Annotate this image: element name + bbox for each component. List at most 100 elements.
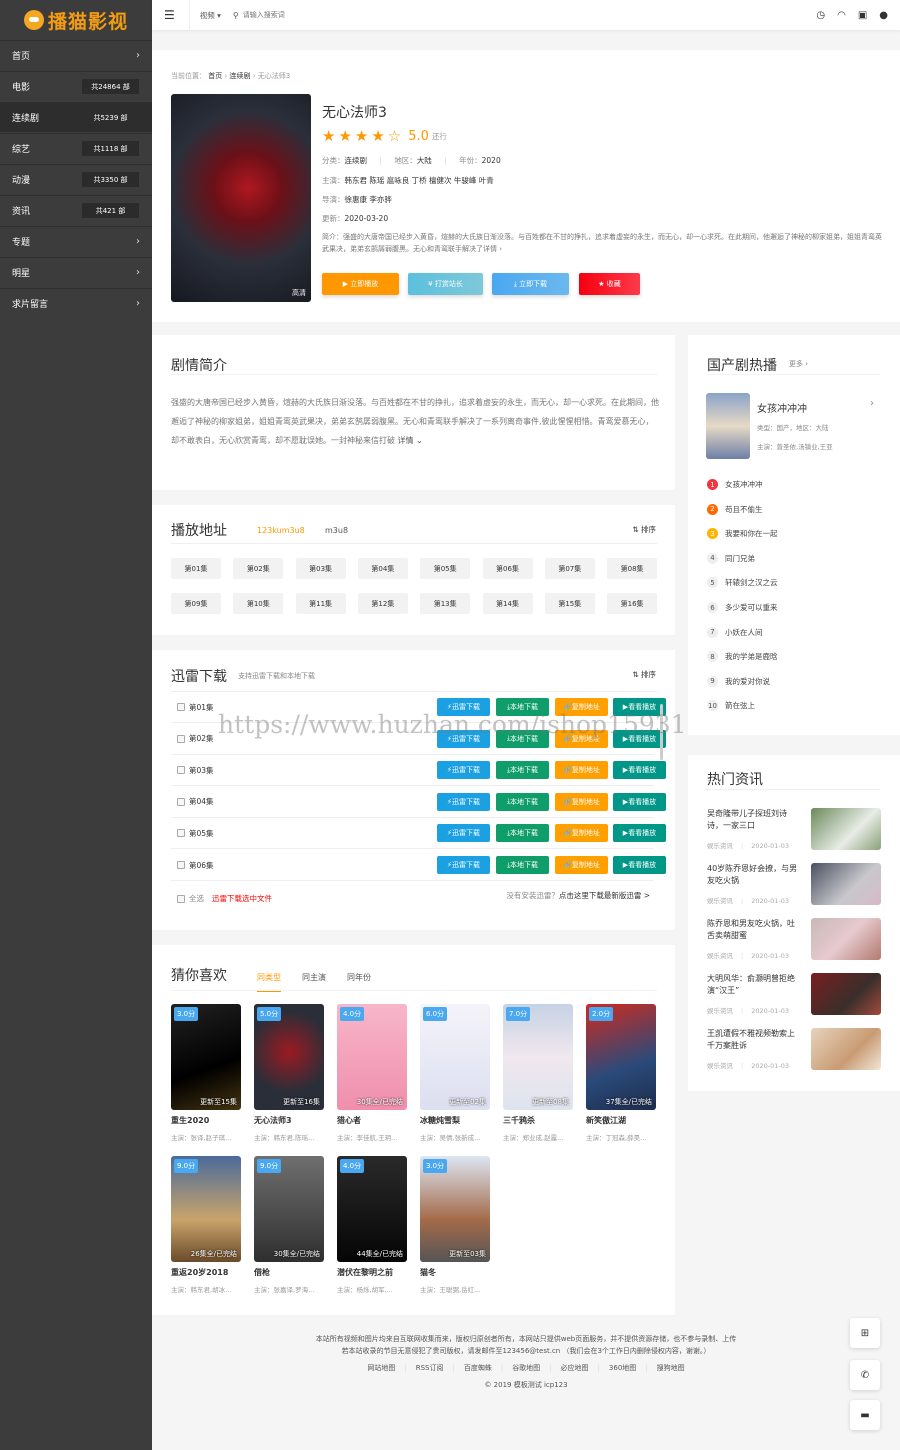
episode-button[interactable]: 第02集 [233,558,284,579]
thunder-download-link[interactable]: 点击这里下载最新版迅雷 > [559,891,650,900]
download-sort-button[interactable]: ⇅ 排序 [632,669,656,680]
poster-card[interactable]: 9.0分 30集全/已完结 [254,1156,324,1262]
news-title[interactable]: 大明风华：俞灏明曾拒绝演“汉王” [707,973,799,997]
news-title[interactable]: 陈乔恩和男友吃火锅，吐舌卖萌甜蜜 [707,918,799,942]
sidebar-item-0[interactable]: 首页 › [0,40,152,70]
episode-button[interactable]: 第03集 [295,558,346,579]
source-tab-123kum3u8[interactable]: 123kum3u8 [257,526,305,544]
local-download-button[interactable]: ⤓ 本地下载 [496,698,549,716]
news-thumbnail[interactable] [811,1028,881,1070]
windows-icon[interactable]: ⊞ [850,1318,880,1348]
sidebar-item-8[interactable]: 求片留言 › [0,288,152,318]
rank-item[interactable]: 8 我的学弟是鹿晗 [707,651,778,663]
poster-card[interactable]: 4.0分 30集全/已完结 [337,1004,407,1110]
poster-title[interactable]: 重生2020 [171,1115,245,1126]
category-dropdown[interactable]: 视频 ▾ [200,10,221,21]
sort-button[interactable]: ⇅ 排序 [632,524,656,535]
episode-checkbox[interactable] [177,797,185,806]
scrollbar[interactable] [660,704,663,760]
wechat-icon[interactable]: ✆ [850,1360,880,1390]
sidebar-item-5[interactable]: 资讯 共421 部 [0,195,152,225]
episode-button[interactable]: 第10集 [233,593,284,614]
tip-button[interactable]: ¥ 打赏站长 [408,273,483,295]
rank-item[interactable]: 10 箭在弦上 [707,700,755,712]
local-download-button[interactable]: ⤓ 本地下载 [496,792,549,811]
poster-title[interactable]: 潜伏在黎明之前 [337,1267,411,1278]
download-selected-link[interactable]: 迅雷下载选中文件 [212,893,272,904]
episode-checkbox[interactable] [177,861,185,869]
footer-link[interactable]: 必应地图 [561,1364,589,1372]
news-title[interactable]: 王凯遭假不雅视频勒索上千万案胜诉 [707,1028,799,1052]
news-title[interactable]: 40岁陈乔恩好会撩，与男友吃火锅 [707,863,799,887]
episode-button[interactable]: 第11集 [295,593,346,614]
episode-button[interactable]: 第16集 [607,593,658,614]
watch-play-button[interactable]: ▶ 看看播放 [613,856,666,874]
user-icon[interactable]: ● [879,10,888,21]
poster-card[interactable]: 4.0分 44集全/已完结 [337,1156,407,1262]
rss-icon[interactable]: ◠ [837,10,846,21]
favorite-button[interactable]: ★ 收藏 [579,273,640,295]
sidebar-item-4[interactable]: 动漫 共3350 部 [0,164,152,194]
copy-link-button[interactable]: 🔗 复制地址 [555,729,608,748]
news-thumbnail[interactable] [811,808,881,850]
copy-link-button[interactable]: 🔗 复制地址 [555,761,608,780]
episode-button[interactable]: 第07集 [544,558,595,579]
poster-card[interactable]: 3.0分 更新至03集 [420,1156,490,1262]
play-now-button[interactable]: ▶ 立即播放 [322,273,399,295]
thunder-download-button[interactable]: ⚡ 迅雷下载 [437,698,490,716]
poster-title[interactable]: 借枪 [254,1267,328,1278]
breadcrumb-home[interactable]: 首页 [208,72,222,80]
rank-item[interactable]: 9 我的爱对你说 [707,675,770,687]
list-icon[interactable]: ☰ [164,8,175,22]
news-thumbnail[interactable] [811,918,881,960]
rank-item[interactable]: 3 我要和你在一起 [707,528,778,540]
news-item[interactable]: 40岁陈乔恩好会撩，与男友吃火锅 娱乐资讯 | 2020-01-03 [707,863,882,908]
tab-same-type[interactable]: 同类型 [257,972,281,992]
sidebar-item-1[interactable]: 电影 共24864 部 [0,71,152,101]
thunder-download-button[interactable]: ⚡ 迅雷下载 [437,792,490,811]
footer-link[interactable]: RSS订阅 [416,1364,444,1372]
copy-link-button[interactable]: 🔗 复制地址 [555,856,608,874]
watch-play-button[interactable]: ▶ 看看播放 [613,761,666,780]
poster-title[interactable]: 重返20岁2018 [171,1267,245,1278]
poster-title[interactable]: 三千鸦杀 [503,1115,577,1126]
news-item[interactable]: 大明风华：俞灏明曾拒绝演“汉王” 娱乐资讯 | 2020-01-03 [707,973,882,1018]
poster-card[interactable]: 6.0分 更新至02集 [420,1004,490,1110]
download-now-button[interactable]: ⤓ 立即下载 [492,273,569,295]
footer-link[interactable]: 谷歌地图 [512,1364,540,1372]
poster-card[interactable]: 7.0分 更新至08集 [503,1004,573,1110]
copy-link-button[interactable]: 🔗 复制地址 [555,698,608,716]
news-item[interactable]: 陈乔恩和男友吃火锅，吐舌卖萌甜蜜 娱乐资讯 | 2020-01-03 [707,918,882,963]
cast-value[interactable]: 韩东君 陈瑶 扈咏良 丁桥 檀健次 牛骏峰 叶青 [345,176,494,185]
poster-title[interactable]: 无心法师3 [254,1115,328,1126]
rank-item[interactable]: 4 同门兄弟 [707,552,755,564]
sidebar-item-6[interactable]: 专题 › [0,226,152,256]
watch-play-button[interactable]: ▶ 看看播放 [613,792,666,811]
poster-title[interactable]: 猎心者 [337,1115,411,1126]
local-download-button[interactable]: ⤓ 本地下载 [496,729,549,748]
episode-checkbox[interactable] [177,734,185,743]
episode-button[interactable]: 第08集 [607,558,658,579]
episode-button[interactable]: 第04集 [357,558,408,579]
poster-title[interactable]: 猫冬 [420,1267,494,1278]
episode-button[interactable]: 第12集 [357,593,408,614]
local-download-button[interactable]: ⤓ 本地下载 [496,761,549,780]
episode-button[interactable]: 第01集 [171,558,221,579]
sidebar-item-2[interactable]: 连续剧 共5239 部 [0,102,152,132]
thunder-download-button[interactable]: ⚡ 迅雷下载 [437,761,490,780]
watch-play-button[interactable]: ▶ 看看播放 [613,729,666,748]
episode-button[interactable]: 第05集 [420,558,471,579]
watch-play-button[interactable]: ▶ 看看播放 [613,698,666,716]
thunder-download-button[interactable]: ⚡ 迅雷下载 [437,856,490,874]
thunder-download-button[interactable]: ⚡ 迅雷下载 [437,824,490,843]
hot-more-link[interactable]: 更多 › [789,359,808,369]
poster-title[interactable]: 新笑傲江湖 [586,1115,660,1126]
site-logo[interactable]: 播猫影视 [0,0,152,40]
rank-item[interactable]: 2 苟且不偷生 [707,503,763,515]
footer-link[interactable]: 百度蜘蛛 [464,1364,492,1372]
category-value[interactable]: 连续剧 [345,156,368,165]
footer-link[interactable]: 网站地图 [367,1364,395,1372]
news-thumbnail[interactable] [811,973,881,1015]
episode-checkbox[interactable] [177,703,185,711]
episode-button[interactable]: 第06集 [482,558,533,579]
